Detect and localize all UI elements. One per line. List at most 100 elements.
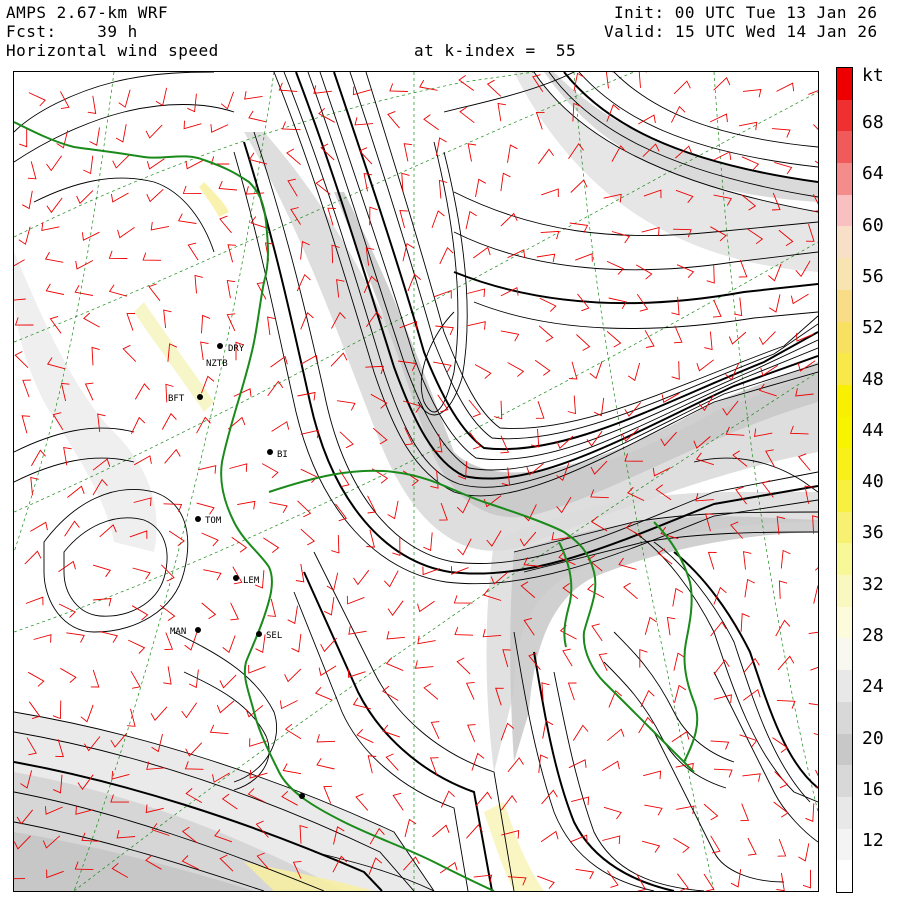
wind-barb: [385, 657, 404, 672]
wind-barb: [474, 364, 492, 379]
wind-barb: [440, 790, 455, 808]
wind-barb: [672, 587, 684, 607]
wind-barb: [295, 563, 305, 583]
wind-barb: [467, 288, 486, 298]
colorbar-tick-label: 32: [862, 573, 884, 595]
wind-barb: [337, 400, 356, 411]
station-label: LEM: [243, 576, 260, 586]
colorbar-swatch: [837, 131, 852, 164]
wind-barb: [671, 730, 690, 743]
wind-barb: [627, 362, 641, 382]
wind-barb: [84, 382, 94, 401]
wind-barb: [486, 79, 502, 97]
init-time: Init: 00 UTC Tue 13 Jan 26: [614, 3, 878, 22]
wind-barb: [60, 91, 70, 110]
station-tom[interactable]: TOM: [195, 516, 222, 526]
wind-barb: [738, 259, 748, 278]
wind-barb: [728, 331, 747, 345]
wind-barb: [814, 567, 818, 571]
wind-barb: [150, 221, 169, 231]
colorbar-swatch: [837, 258, 852, 291]
wind-barb: [434, 289, 452, 299]
wind-barb: [572, 724, 589, 741]
wind-barb: [644, 616, 657, 635]
colorbar-tick-label: 56: [862, 265, 884, 287]
wind-barb: [148, 283, 161, 302]
wind-barb: [335, 503, 348, 522]
wind-barb: [666, 616, 676, 636]
wind-barb: [459, 106, 475, 124]
station-man[interactable]: MAN: [170, 627, 201, 637]
wind-barb: [387, 600, 404, 616]
colorbar-tick-label: 40: [862, 471, 884, 493]
wind-barb: [777, 838, 787, 857]
speed-shading: [14, 72, 818, 891]
station-dot-icon: [217, 343, 223, 349]
wind-barb: [538, 148, 554, 165]
station-lem[interactable]: LEM: [233, 575, 260, 586]
wind-barb: [798, 843, 810, 862]
wind-barb: [606, 260, 625, 275]
wind-barb: [399, 210, 408, 229]
wind-barb: [145, 124, 163, 139]
wind-barb: [132, 567, 151, 580]
wind-barb: [248, 664, 266, 674]
station-label: TOM: [205, 516, 222, 526]
wind-barb: [611, 231, 631, 244]
wind-barb: [99, 631, 119, 643]
wind-barb: [21, 415, 31, 434]
wind-barb: [127, 708, 136, 727]
wind-barb: [500, 172, 511, 192]
wind-barb: [122, 344, 137, 362]
wind-barb: [201, 314, 211, 334]
wind-barb: [46, 155, 62, 172]
station-bi[interactable]: BI: [267, 449, 288, 460]
wind-barb: [606, 330, 622, 348]
wind-barb: [673, 652, 686, 671]
wind-barb: [439, 246, 454, 265]
wind-barb: [278, 82, 298, 92]
station-nztb[interactable]: NZTB: [206, 359, 228, 369]
wind-barb: [330, 352, 348, 367]
wind-barb: [209, 724, 229, 735]
wind-barb: [297, 500, 312, 518]
wind-barb: [201, 532, 219, 547]
colorbar-swatch: [837, 68, 852, 101]
wind-barb: [507, 144, 518, 163]
wind-barb: [475, 178, 487, 198]
wind-barb: [347, 669, 366, 678]
wind-barb: [603, 806, 622, 820]
wind-barb: [673, 325, 683, 344]
wind-barb: [218, 180, 238, 191]
wind-barb: [163, 666, 172, 685]
wind-barb: [670, 105, 686, 123]
wind-barb: [248, 110, 267, 123]
wind-barb: [261, 463, 279, 479]
colorbar-swatch: [837, 321, 852, 354]
colorbar-swatch: [837, 701, 852, 735]
wind-barb: [775, 619, 791, 637]
wind-barb: [773, 801, 789, 818]
wind-barb: [387, 110, 400, 129]
wind-barb: [639, 648, 648, 668]
wind-barb: [128, 639, 146, 654]
station-dry[interactable]: DRY: [217, 343, 245, 354]
wind-barb: [640, 689, 655, 708]
wind-barb: [49, 315, 62, 334]
wind-barb: [146, 188, 164, 203]
map-panel: DRY NZTB BFT BI TOM LEM SEL MAN: [13, 71, 819, 892]
wind-barb: [493, 400, 503, 420]
wind-barb: [187, 242, 199, 261]
wind-barb: [704, 331, 713, 351]
wind-barb: [279, 700, 298, 710]
wind-barb: [465, 681, 475, 700]
wind-barb: [91, 346, 100, 366]
colorbar-swatch: [837, 860, 852, 893]
wind-barb: [230, 602, 239, 621]
wind-barb: [339, 431, 354, 449]
colorbar-tick-label: 12: [862, 830, 884, 852]
model-title: AMPS 2.67-km WRF: [6, 3, 169, 22]
station-sel[interactable]: SEL: [256, 631, 282, 641]
wind-barb: [44, 251, 64, 263]
wind-barb: [530, 428, 540, 448]
